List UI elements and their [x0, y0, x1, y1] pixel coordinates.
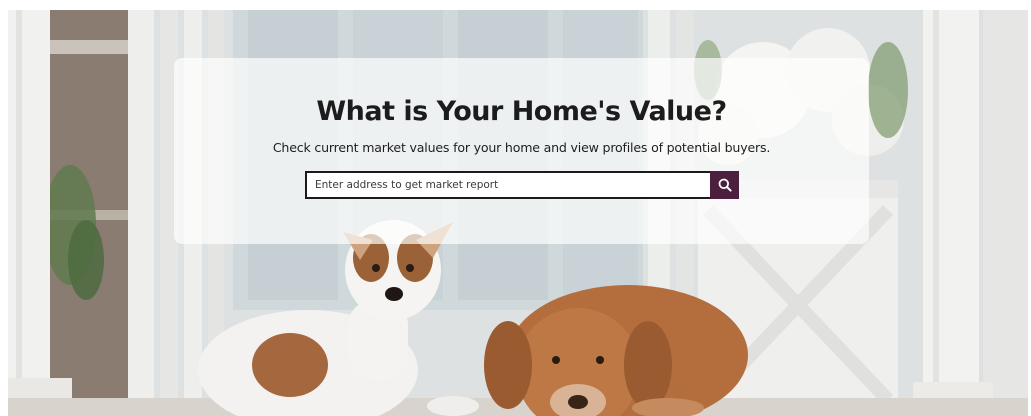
page-title: What is Your Home's Value?: [316, 96, 727, 127]
home-value-panel: What is Your Home's Value? Check current…: [174, 58, 869, 244]
search-icon: [718, 178, 732, 192]
page-frame: What is Your Home's Value? Check current…: [0, 0, 1031, 416]
search-button[interactable]: [710, 171, 739, 199]
address-search-input[interactable]: [305, 171, 710, 199]
page-subtitle: Check current market values for your hom…: [272, 140, 771, 155]
address-search-form: [305, 171, 739, 199]
